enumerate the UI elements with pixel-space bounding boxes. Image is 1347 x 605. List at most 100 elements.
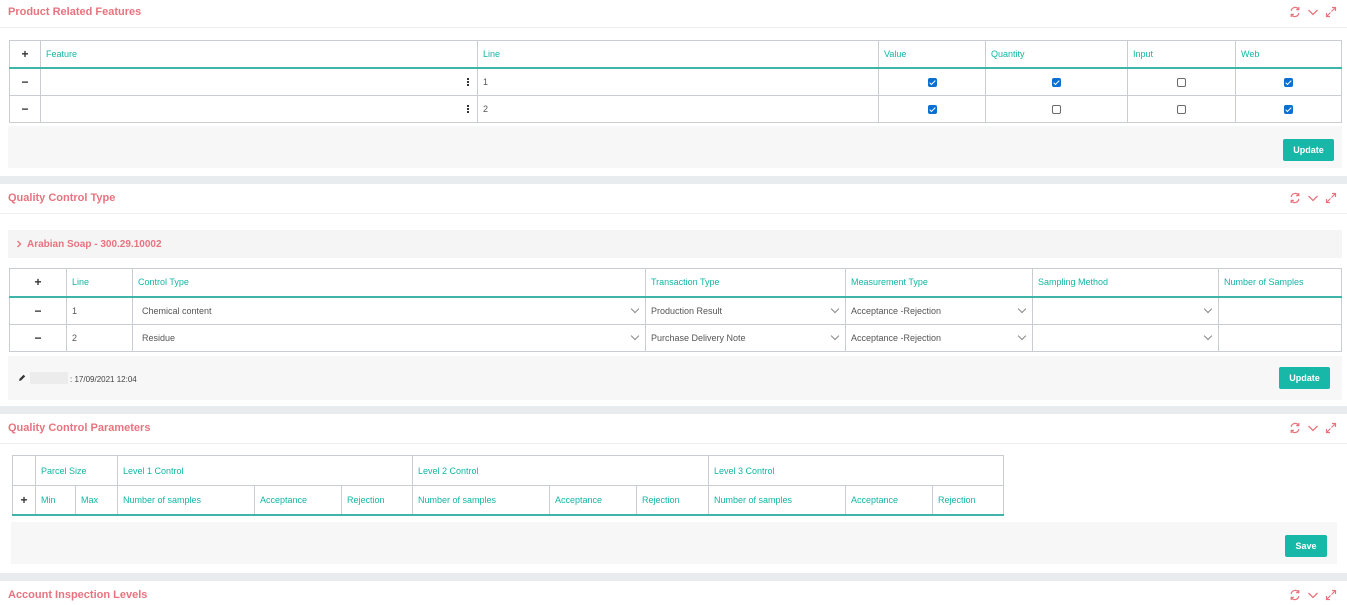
quantity-checkbox[interactable] [1052, 77, 1061, 87]
panel-title: Account Inspection Levels [8, 589, 148, 601]
chevron-down-icon [1203, 331, 1213, 341]
col-l1-rejection: Rejection [341, 485, 413, 516]
chevron-down-icon [630, 331, 640, 341]
refresh-icon[interactable] [1289, 589, 1301, 601]
chevron-down-icon [630, 304, 640, 313]
table-row: − 1 [9, 67, 1342, 96]
chevron-down-icon[interactable] [1307, 589, 1319, 601]
col-l2-samples: Number of samples [412, 485, 550, 516]
quantity-checkbox[interactable] [1052, 105, 1061, 115]
panel-title: Quality Control Parameters [8, 422, 151, 434]
remove-row-button[interactable]: − [9, 67, 41, 96]
col-input: Input [1127, 40, 1236, 69]
transaction-type-select[interactable]: Production Result [645, 296, 846, 325]
col-line: Line [66, 268, 133, 298]
panel-tools [1289, 589, 1337, 601]
samples-field[interactable] [1218, 296, 1342, 325]
refresh-icon[interactable] [1289, 422, 1301, 434]
save-button[interactable]: Save [1285, 535, 1327, 557]
qc-params-panel: Quality Control Parameters Parcel Size L… [0, 414, 1347, 573]
more-options-icon[interactable] [467, 104, 469, 114]
table-row: − 2 [9, 95, 1342, 123]
update-button[interactable]: Update [1279, 367, 1330, 389]
col-l1-acceptance: Acceptance [254, 485, 342, 516]
col-l3-samples: Number of samples [708, 485, 846, 516]
value-checkbox[interactable] [927, 77, 937, 87]
panel-title: Quality Control Type [8, 192, 116, 204]
panel-footer [11, 522, 1337, 564]
table-row: − 2 Residue Purchase Delivery Note Accep… [9, 324, 1342, 352]
remove-row-button[interactable]: − [9, 95, 41, 123]
panel-title: Product Related Features [8, 6, 142, 18]
chevron-down-icon [830, 304, 840, 313]
chevron-down-icon [1017, 331, 1027, 341]
col-web: Web [1235, 40, 1342, 69]
col-l2-acceptance: Acceptance [549, 485, 637, 516]
group-header[interactable]: Arabian Soap - 300.29.10002 [8, 230, 1342, 258]
col-transaction-type: Transaction Type [645, 268, 846, 298]
transaction-type-select[interactable]: Purchase Delivery Note [645, 324, 846, 352]
control-type-select[interactable]: Residue [132, 324, 646, 352]
expand-icon[interactable] [1325, 192, 1337, 204]
chevron-down-icon[interactable] [1307, 192, 1319, 204]
panel-tools [1289, 6, 1337, 18]
chevron-down-icon [1203, 304, 1213, 313]
refresh-icon[interactable] [1289, 6, 1301, 18]
col-quantity: Quantity [985, 40, 1128, 69]
col-measurement-type: Measurement Type [845, 268, 1033, 298]
measurement-type-select[interactable]: Acceptance -Rejection [845, 324, 1033, 352]
control-type-select[interactable]: Chemical content [132, 296, 646, 325]
input-checkbox[interactable] [1177, 105, 1186, 115]
group-label: Arabian Soap - 300.29.10002 [27, 238, 162, 250]
line-cell: 1 [477, 67, 879, 96]
web-checkbox[interactable] [1284, 105, 1293, 115]
product-features-panel: Product Related Features + Feature Line … [0, 0, 1347, 176]
value-checkbox[interactable] [927, 105, 937, 115]
panel-tools [1289, 422, 1337, 434]
expand-icon[interactable] [1325, 6, 1337, 18]
sampling-method-select[interactable] [1032, 324, 1219, 352]
table-row: − 1 Chemical content Production Result A… [9, 296, 1342, 325]
add-row-button[interactable]: + [9, 268, 67, 298]
chevron-down-icon[interactable] [1307, 6, 1319, 18]
samples-field[interactable] [1218, 324, 1342, 352]
col-number-of-samples: Number of Samples [1218, 268, 1342, 298]
web-checkbox[interactable] [1284, 77, 1293, 87]
col-feature: Feature [40, 40, 478, 69]
feature-field[interactable] [40, 95, 478, 123]
group-level-2: Level 2 Control [412, 455, 709, 486]
line-cell: 2 [477, 95, 879, 123]
feature-field[interactable] [40, 67, 478, 96]
more-options-icon[interactable] [467, 77, 469, 87]
inspection-levels-panel: Account Inspection Levels [0, 581, 1347, 605]
group-level-1: Level 1 Control [117, 455, 413, 486]
col-min: Min [35, 485, 76, 516]
col-value: Value [878, 40, 986, 69]
line-cell: 1 [66, 296, 133, 325]
editor-name-placeholder [30, 372, 68, 384]
panel-tools [1289, 192, 1337, 204]
chevron-down-icon [1017, 304, 1027, 313]
group-parcel-size: Parcel Size [35, 455, 118, 486]
col-sampling-method: Sampling Method [1032, 268, 1219, 298]
panel-footer [8, 126, 1342, 168]
col-line: Line [477, 40, 879, 69]
expand-icon[interactable] [1325, 589, 1337, 601]
expand-icon[interactable] [1325, 422, 1337, 434]
col-l1-samples: Number of samples [117, 485, 255, 516]
group-level-3: Level 3 Control [708, 455, 1004, 486]
add-row-button[interactable]: + [12, 485, 36, 516]
remove-row-button[interactable]: − [9, 324, 67, 352]
pencil-icon [19, 374, 26, 381]
update-button[interactable]: Update [1283, 139, 1334, 161]
remove-row-button[interactable]: − [9, 296, 67, 325]
col-l3-acceptance: Acceptance [845, 485, 933, 516]
sampling-method-select[interactable] [1032, 296, 1219, 325]
panel-footer [8, 356, 1342, 400]
input-checkbox[interactable] [1177, 77, 1186, 87]
chevron-down-icon[interactable] [1307, 422, 1319, 434]
add-row-button[interactable]: + [9, 40, 41, 69]
chevron-down-icon [830, 331, 840, 341]
refresh-icon[interactable] [1289, 192, 1301, 204]
measurement-type-select[interactable]: Acceptance -Rejection [845, 296, 1033, 325]
